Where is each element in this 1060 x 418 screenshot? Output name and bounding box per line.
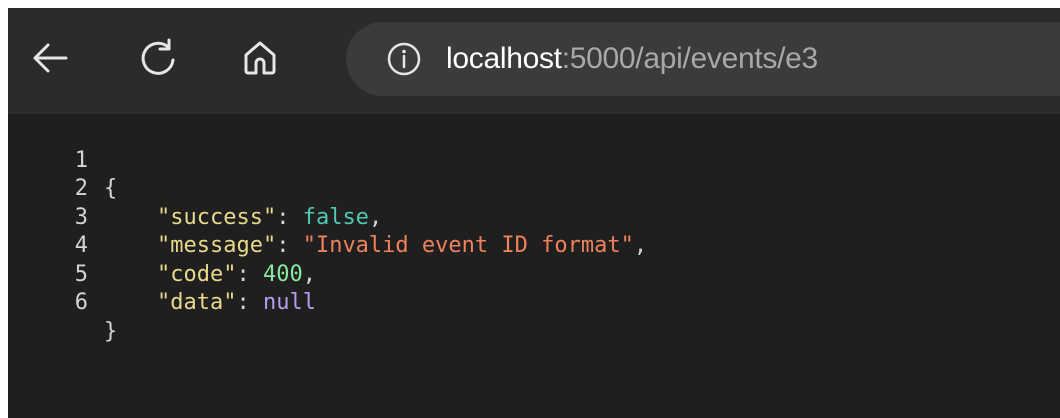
url-path: :5000/api/events/e3	[561, 42, 818, 75]
address-bar[interactable]: localhost:5000/api/events/e3	[346, 22, 1060, 96]
info-circle-icon[interactable]	[386, 41, 422, 77]
code-line: 6 }	[8, 261, 1060, 344]
arrow-left-icon	[33, 43, 68, 73]
home-button[interactable]	[230, 28, 290, 88]
json-null-value: null	[262, 290, 316, 315]
json-viewer: 1 { 2 "success": false, 3 "message": "In…	[8, 118, 1060, 344]
home-icon	[244, 41, 276, 75]
browser-toolbar: localhost:5000/api/events/e3	[8, 8, 1060, 114]
json-key: "data"	[156, 290, 237, 315]
reload-button[interactable]	[128, 28, 188, 88]
code-line: 5 "data": null	[8, 232, 1060, 316]
back-button[interactable]	[20, 28, 80, 88]
url-text[interactable]: localhost:5000/api/events/e3	[446, 22, 818, 96]
close-brace: }	[104, 318, 118, 344]
code-line: 2 "success": false,	[8, 147, 1060, 230]
url-host: localhost	[446, 42, 562, 75]
browser-window: localhost:5000/api/events/e3 1 { 2 "succ…	[8, 8, 1060, 418]
reload-icon	[141, 38, 175, 75]
code-line: 1 {	[8, 118, 1060, 202]
code-text: }	[104, 318, 117, 347]
code-line: 4 "code": 400,	[8, 204, 1060, 287]
line-number: 6	[74, 290, 88, 315]
code-text: "data": null	[104, 289, 316, 318]
json-colon: :	[236, 290, 263, 315]
code-line: 3 "message": "Invalid event ID format",	[8, 175, 1060, 259]
